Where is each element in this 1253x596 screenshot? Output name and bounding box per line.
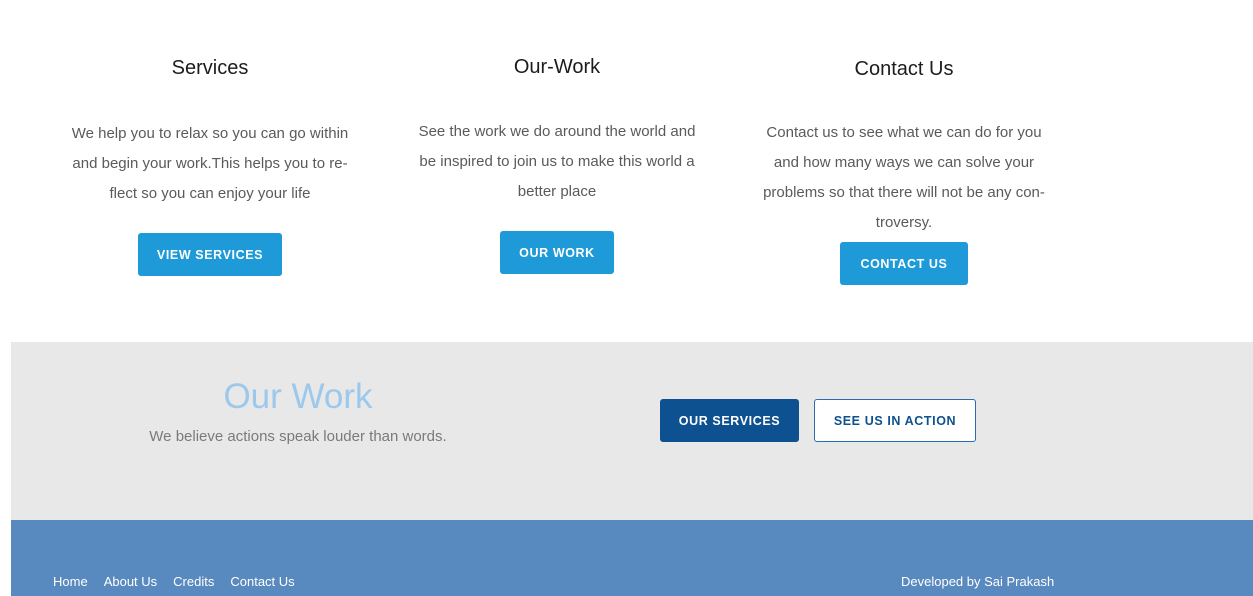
banner-subtitle: We believe actions speak louder than wor… <box>149 428 447 445</box>
contact-description-line: Contact us to see what we can do for you <box>766 124 1042 141</box>
our-work-description: See the work we do around the world and … <box>397 117 717 207</box>
footer-link-contact-us[interactable]: Contact Us <box>230 574 294 589</box>
footer-link-home[interactable]: Home <box>53 574 88 589</box>
our-work-description-line: be inspired to join us to make this worl… <box>419 153 695 170</box>
contact-description: Contact us to see what we can do for you… <box>744 118 1064 238</box>
our-work-button[interactable]: OUR WORK <box>500 231 614 274</box>
our-services-button[interactable]: OUR SERVICES <box>660 399 799 442</box>
contact-description-line: and how many ways we can solve your <box>773 154 1035 171</box>
site-footer: Home About Us Credits Contact Us Develop… <box>11 520 1253 596</box>
our-work-description-line: better place <box>517 183 597 200</box>
our-work-banner: Our Work We believe actions speak louder… <box>11 342 1253 520</box>
services-description-line: We help you to relax so you can go withi… <box>71 125 349 142</box>
footer-nav: Home About Us Credits Contact Us <box>53 574 295 589</box>
contact-description-line: problems so that there will not be any c… <box>763 184 1045 201</box>
contact-title: Contact Us <box>854 58 954 80</box>
services-description: We help you to relax so you can go withi… <box>50 119 370 209</box>
view-services-button[interactable]: VIEW SERVICES <box>138 233 282 276</box>
banner-title: Our Work <box>223 377 373 416</box>
our-work-title: Our-Work <box>513 56 601 78</box>
services-title: Services <box>171 57 249 79</box>
services-description-line: flect so you can enjoy your life <box>109 185 311 202</box>
features-section: Services We help you to relax so you can… <box>0 0 1253 342</box>
our-work-description-line: See the work we do around the world and <box>418 123 696 140</box>
developer-credit: Developed by Sai Prakash <box>901 574 1055 589</box>
footer-link-about-us[interactable]: About Us <box>104 574 157 589</box>
services-description-line: and begin your work.This helps you to re… <box>72 155 348 172</box>
contact-description-line: troversy. <box>875 214 933 231</box>
see-us-in-action-button[interactable]: SEE US IN ACTION <box>814 399 976 442</box>
footer-link-credits[interactable]: Credits <box>173 574 214 589</box>
contact-us-button[interactable]: CONTACT US <box>840 242 968 285</box>
